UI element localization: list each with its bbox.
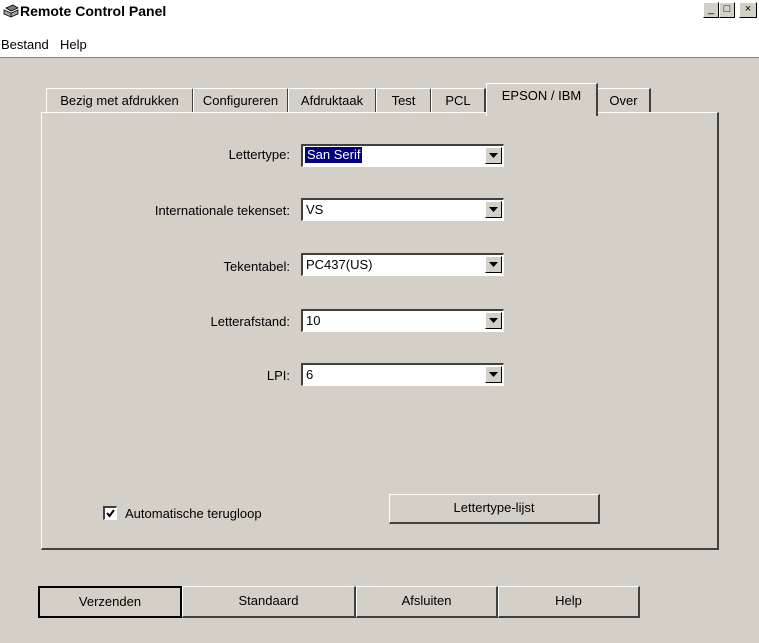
letterafstand-label: Letterafstand: bbox=[210, 314, 291, 329]
tekentabel-select[interactable]: PC437(US) bbox=[301, 253, 504, 276]
button-label: Lettertype-lijst bbox=[453, 500, 535, 515]
close-icon: × bbox=[744, 3, 752, 15]
minimize-icon: _ bbox=[707, 3, 715, 15]
tab-label: Afdruktaak bbox=[300, 93, 364, 108]
window-title: Remote Control Panel bbox=[20, 3, 167, 19]
maximize-icon: □ bbox=[723, 3, 731, 15]
tab-afdruktaak[interactable]: Afdruktaak bbox=[288, 88, 377, 114]
internationale-tekenset-label: Internationale tekenset: bbox=[154, 203, 290, 218]
tab-epson-ibm[interactable]: EPSON / IBM bbox=[486, 83, 598, 116]
minimize-button[interactable]: _ bbox=[703, 2, 719, 18]
verzenden-button[interactable]: Verzenden bbox=[38, 586, 182, 618]
automatische-terugloop-label: Automatische terugloop bbox=[125, 506, 262, 521]
dropdown-arrow-icon[interactable] bbox=[485, 201, 502, 218]
dropdown-arrow-icon[interactable] bbox=[485, 312, 502, 329]
lpi-select[interactable]: 6 bbox=[301, 363, 504, 386]
lpi-label: LPI: bbox=[266, 368, 290, 383]
checkmark-icon bbox=[106, 509, 115, 518]
tekentabel-value: PC437(US) bbox=[306, 257, 373, 272]
letterafstand-value: 10 bbox=[306, 313, 321, 328]
lettertype-value: San Serif bbox=[305, 147, 363, 163]
internationale-tekenset-value: VS bbox=[306, 202, 324, 217]
printer-icon bbox=[3, 4, 19, 18]
remote-control-panel-window: Remote Control Panel _ □ × Bestand Help … bbox=[0, 0, 759, 643]
lettertype-lijst-button[interactable]: Lettertype-lijst bbox=[389, 494, 600, 524]
lettertype-label: Lettertype: bbox=[228, 147, 290, 162]
button-label: Help bbox=[555, 593, 582, 608]
standaard-button[interactable]: Standaard bbox=[182, 586, 356, 618]
button-label: Verzenden bbox=[78, 594, 142, 609]
tab-label: Bezig met afdrukken bbox=[60, 93, 179, 108]
letterafstand-select[interactable]: 10 bbox=[301, 309, 504, 332]
lpi-value: 6 bbox=[306, 367, 314, 382]
dropdown-arrow-icon[interactable] bbox=[485, 147, 502, 164]
tab-bezig-met-afdrukken[interactable]: Bezig met afdrukken bbox=[46, 88, 194, 114]
close-button[interactable]: × bbox=[739, 2, 757, 18]
maximize-button[interactable]: □ bbox=[719, 2, 735, 18]
tab-configureren[interactable]: Configureren bbox=[193, 88, 289, 114]
tekentabel-label: Tekentabel: bbox=[223, 259, 291, 274]
tab-label: PCL bbox=[445, 93, 471, 108]
tab-label: Configureren bbox=[202, 93, 279, 108]
menu-bar: Bestand Help bbox=[0, 33, 759, 58]
button-label: Standaard bbox=[238, 593, 299, 608]
tab-label: Test bbox=[391, 93, 416, 108]
afsluiten-button[interactable]: Afsluiten bbox=[356, 586, 498, 618]
tab-pcl[interactable]: PCL bbox=[431, 88, 486, 114]
automatische-terugloop-checkbox[interactable] bbox=[103, 506, 117, 520]
lettertype-select[interactable]: San Serif bbox=[301, 144, 504, 167]
tab-over[interactable]: Over bbox=[597, 88, 651, 114]
tab-test[interactable]: Test bbox=[376, 88, 432, 114]
menu-bestand[interactable]: Bestand bbox=[1, 37, 49, 52]
help-button[interactable]: Help bbox=[498, 586, 640, 618]
tab-label: EPSON / IBM bbox=[501, 88, 582, 103]
dropdown-arrow-icon[interactable] bbox=[485, 256, 502, 273]
button-label: Afsluiten bbox=[401, 593, 452, 608]
internationale-tekenset-select[interactable]: VS bbox=[301, 198, 504, 221]
dropdown-arrow-icon[interactable] bbox=[485, 366, 502, 383]
tab-label: Over bbox=[609, 93, 638, 108]
menu-help[interactable]: Help bbox=[60, 37, 87, 52]
title-bar: Remote Control Panel _ □ × bbox=[0, 0, 759, 33]
